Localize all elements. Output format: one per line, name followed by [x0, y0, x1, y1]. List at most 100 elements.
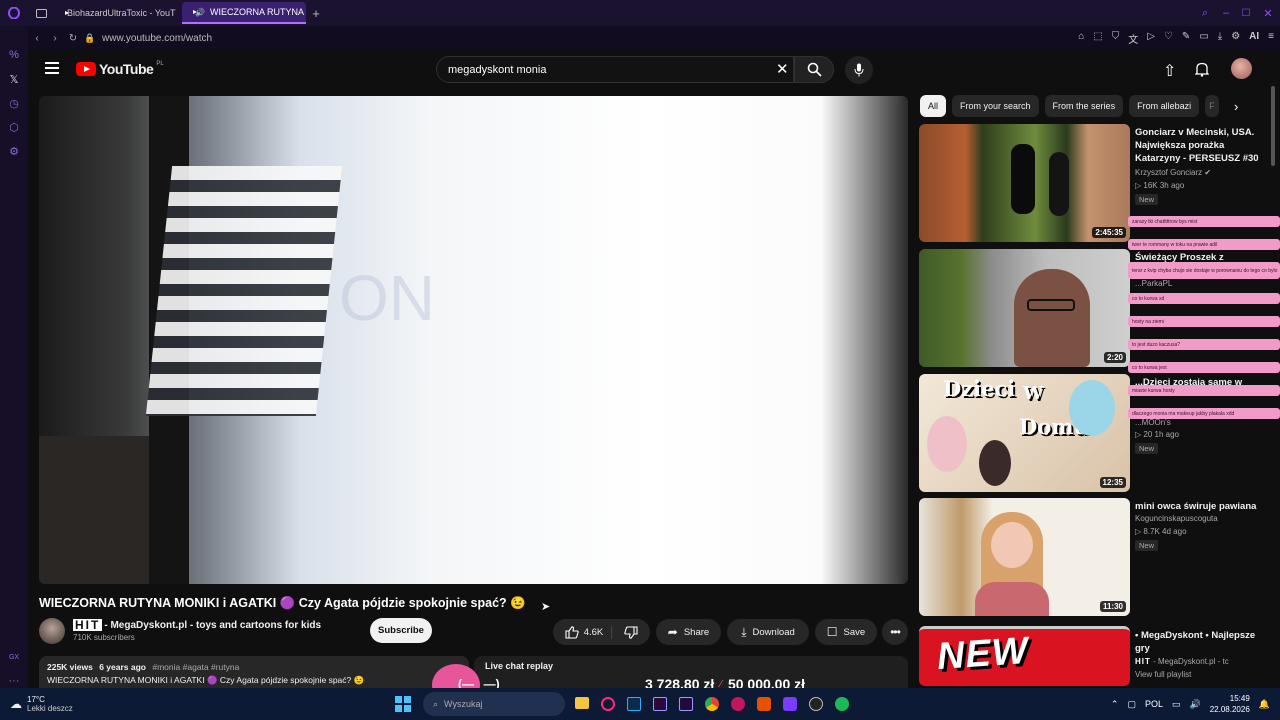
- download-button[interactable]: ⤓ Download: [727, 619, 809, 645]
- temperature: 17°C: [27, 695, 45, 704]
- dislike-button[interactable]: [618, 625, 638, 639]
- youtube-logo[interactable]: YouTube PL: [76, 61, 164, 77]
- chrome-icon[interactable]: [705, 697, 719, 711]
- menu-icon[interactable]: ≡: [1268, 31, 1274, 46]
- playlist-thumbnail: NEW: [919, 626, 1130, 686]
- aria-ai-icon[interactable]: AI: [1249, 31, 1259, 46]
- chip-from-the-series[interactable]: From the series: [1044, 95, 1124, 117]
- browser-tab-bar: BiohazardUltraToxic - YouT 🔊 WIECZORNA R…: [0, 0, 1280, 26]
- close-window-button[interactable]: ✕: [1256, 7, 1280, 20]
- translate-icon[interactable]: 文: [1128, 31, 1138, 46]
- recommendation-item[interactable]: 11:30 mini owca świruje pawiana Koguncin…: [919, 498, 1269, 616]
- heart-icon[interactable]: ♡: [1164, 31, 1173, 46]
- app-icon[interactable]: [731, 697, 745, 711]
- more-actions-button[interactable]: •••: [882, 619, 908, 645]
- thumbnail-text: W: [1023, 383, 1044, 404]
- youtube-play-icon: [76, 62, 96, 76]
- new-badge: New: [1135, 443, 1159, 454]
- clear-search-icon[interactable]: ✕: [776, 60, 789, 78]
- tab-biohazard[interactable]: BiohazardUltraToxic - YouT: [54, 2, 178, 24]
- percent-icon[interactable]: %: [7, 48, 21, 62]
- chip-all[interactable]: All: [920, 95, 947, 117]
- view-full-playlist-link[interactable]: View full playlist: [1135, 670, 1191, 679]
- search-button[interactable]: [794, 56, 834, 83]
- chip-more[interactable]: F: [1205, 95, 1219, 117]
- after-effects-icon[interactable]: [679, 697, 693, 711]
- description-box[interactable]: 225K views 6 years ago #monia #agata #ru…: [39, 656, 469, 688]
- taskbar-search[interactable]: ⌕ Wyszukaj: [423, 692, 565, 716]
- playlist-item[interactable]: NEW • MegaDyskont • Najlepsze gry HIT - …: [919, 626, 1269, 686]
- opera-gx-icon[interactable]: [601, 697, 615, 711]
- channel-avatar[interactable]: [39, 618, 65, 644]
- shield-icon[interactable]: ⛉: [1112, 31, 1120, 46]
- gx-icon[interactable]: GX: [7, 650, 21, 664]
- subscribe-button[interactable]: Subscribe: [370, 618, 432, 643]
- extensions-icon[interactable]: ✎: [1182, 31, 1190, 46]
- channel-name-row[interactable]: HIT - MegaDyskont.pl - toys and cartoons…: [73, 619, 321, 631]
- recommendation-channel: Krzysztof Gonciarz ✔: [1135, 168, 1212, 177]
- spotify-icon[interactable]: [835, 697, 849, 711]
- more-icon[interactable]: ···: [7, 674, 21, 688]
- tab-overview-icon[interactable]: [28, 8, 54, 18]
- recommendation-title: Gonciarz v Mecinski, USA. Największa por…: [1135, 127, 1259, 164]
- notifications-bell-icon[interactable]: [1194, 62, 1210, 82]
- weather-widget[interactable]: ☁ 17°C Lekki deszcz: [0, 695, 120, 713]
- back-icon[interactable]: ‹: [28, 33, 46, 44]
- cube-icon[interactable]: ⬡: [7, 120, 21, 134]
- opera-logo-icon[interactable]: [0, 7, 28, 19]
- like-button[interactable]: 4.6K: [565, 625, 613, 639]
- notification-icon[interactable]: 🔔: [1259, 699, 1270, 710]
- camera-icon[interactable]: ▢: [1127, 699, 1136, 710]
- reload-icon[interactable]: ↻: [64, 33, 82, 44]
- avatar[interactable]: [1231, 58, 1252, 79]
- tab-wieczorna-rutyna[interactable]: 🔊 WIECZORNA RUTYNA M: [182, 2, 306, 24]
- x-twitter-icon[interactable]: 𝕏: [7, 72, 21, 86]
- upload-age: 6 years ago: [99, 662, 146, 672]
- search-tabs-icon[interactable]: ⌕: [1194, 7, 1216, 20]
- hashtags[interactable]: #monia #agata #rutyna: [152, 662, 239, 672]
- snapshot-icon[interactable]: ⬚: [1093, 31, 1102, 46]
- lock-icon: 🔒: [84, 32, 96, 43]
- new-badge: New: [1135, 540, 1159, 551]
- chip-from-your-search[interactable]: From your search: [952, 95, 1039, 117]
- video-thumbnail: 2:45:35: [919, 124, 1130, 242]
- minimize-button[interactable]: –: [1216, 7, 1236, 19]
- subscribe-label: Subscribe: [378, 625, 424, 636]
- download-icon[interactable]: ⤓: [1218, 31, 1222, 46]
- new-tab-button[interactable]: +: [306, 6, 326, 21]
- chat-message: terar z kvip chyba chujo sie dostaje w p…: [1128, 262, 1280, 279]
- clock[interactable]: 15:49 22.08.2026: [1210, 693, 1250, 715]
- language-indicator[interactable]: POL: [1145, 699, 1163, 709]
- app-icon[interactable]: [757, 697, 771, 711]
- thumbs-up-icon: [565, 625, 579, 639]
- chips-next-icon[interactable]: ›: [1234, 99, 1238, 114]
- maximize-button[interactable]: ☐: [1236, 8, 1256, 19]
- app-icon[interactable]: [783, 697, 797, 711]
- voice-search-button[interactable]: [845, 56, 873, 84]
- share-button[interactable]: ➦ Share: [656, 619, 721, 645]
- player-icon[interactable]: ▷: [1147, 31, 1155, 46]
- chip-from-allebazi[interactable]: From allebazi: [1129, 95, 1200, 117]
- upload-icon[interactable]: ⇧: [1163, 61, 1176, 81]
- file-explorer-icon[interactable]: [575, 697, 589, 709]
- wallet-icon[interactable]: ▭: [1199, 31, 1208, 46]
- taskbar-search-placeholder: Wyszukaj: [444, 699, 483, 709]
- settings-gear-icon[interactable]: ⚙: [7, 144, 21, 158]
- forward-icon[interactable]: ›: [46, 33, 64, 44]
- windows-start-icon[interactable]: [395, 696, 411, 712]
- history-icon[interactable]: ◷: [7, 96, 21, 110]
- hamburger-menu-icon[interactable]: [45, 62, 59, 74]
- obs-icon[interactable]: [809, 697, 823, 711]
- save-button[interactable]: ☐ Save: [815, 619, 877, 645]
- photoshop-icon[interactable]: [627, 697, 641, 711]
- url-field[interactable]: www.youtube.com/watch: [102, 33, 212, 44]
- settings-icon[interactable]: ⚙: [1231, 31, 1240, 46]
- volume-icon[interactable]: 🔊: [1190, 699, 1201, 710]
- search-input[interactable]: megadyskont monia: [436, 56, 794, 83]
- bookmark-icon[interactable]: ⌂: [1078, 31, 1084, 46]
- video-player[interactable]: ON: [39, 96, 908, 584]
- premiere-icon[interactable]: [653, 697, 667, 711]
- tray-expand-icon[interactable]: ⌃: [1111, 699, 1119, 710]
- windows-taskbar: ☁ 17°C Lekki deszcz ⌕ Wyszukaj ⌃ ▢ POL ▭…: [0, 688, 1280, 720]
- network-icon[interactable]: ▭: [1172, 699, 1181, 710]
